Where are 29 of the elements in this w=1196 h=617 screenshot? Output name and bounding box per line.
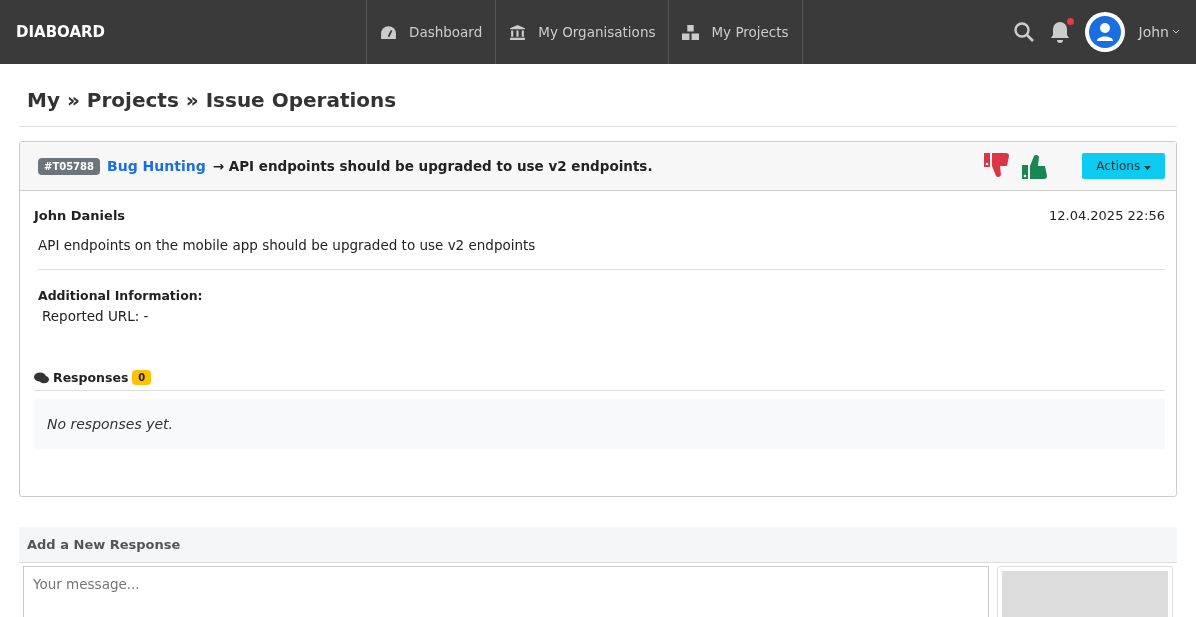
bank-icon	[509, 24, 527, 40]
issue-date: 12.04.2025 22:56	[1048, 208, 1165, 223]
reported-url: Reported URL: -	[42, 308, 150, 324]
bell-icon[interactable]	[1048, 20, 1071, 44]
empty-message: No responses yet.	[34, 399, 1165, 449]
section-heading: Additional Information:	[38, 288, 204, 303]
avatar-icon[interactable]	[1084, 12, 1125, 52]
brand-logo[interactable]: DIABOARD	[16, 23, 366, 41]
actions-dropdown[interactable]: Actions	[1082, 153, 1165, 179]
breadcrumb-title: My » Projects » Issue Operations	[19, 64, 1177, 127]
responses-count: 0	[132, 370, 152, 385]
chevron-down-icon	[1172, 29, 1180, 35]
comments-icon	[34, 371, 49, 384]
nav-link[interactable]: My Organisations	[495, 0, 669, 64]
project-link[interactable]: Bug Hunting	[107, 158, 206, 174]
issue-title: → API endpoints should be upgraded to use v2 endpoints.	[212, 158, 653, 174]
gauge-icon	[380, 24, 397, 40]
user-menu[interactable]: John	[1138, 24, 1180, 40]
boxes-icon	[682, 24, 700, 40]
issue-description: API endpoints on the mobile app should be upgraded to use v2 endpoints	[38, 237, 1165, 270]
caret-icon	[1144, 166, 1151, 170]
nav-link[interactable]: My Projects	[668, 0, 803, 64]
search-icon[interactable]	[1012, 21, 1035, 43]
nav-link[interactable]: Dashboard	[366, 0, 496, 64]
responses-heading: Responses	[53, 370, 129, 385]
section-heading: Add a New Response	[19, 527, 1177, 563]
author-name: John Daniels	[34, 208, 126, 223]
issue-id: #T05788	[38, 157, 100, 175]
message-field[interactable]: Your message...	[23, 566, 989, 617]
